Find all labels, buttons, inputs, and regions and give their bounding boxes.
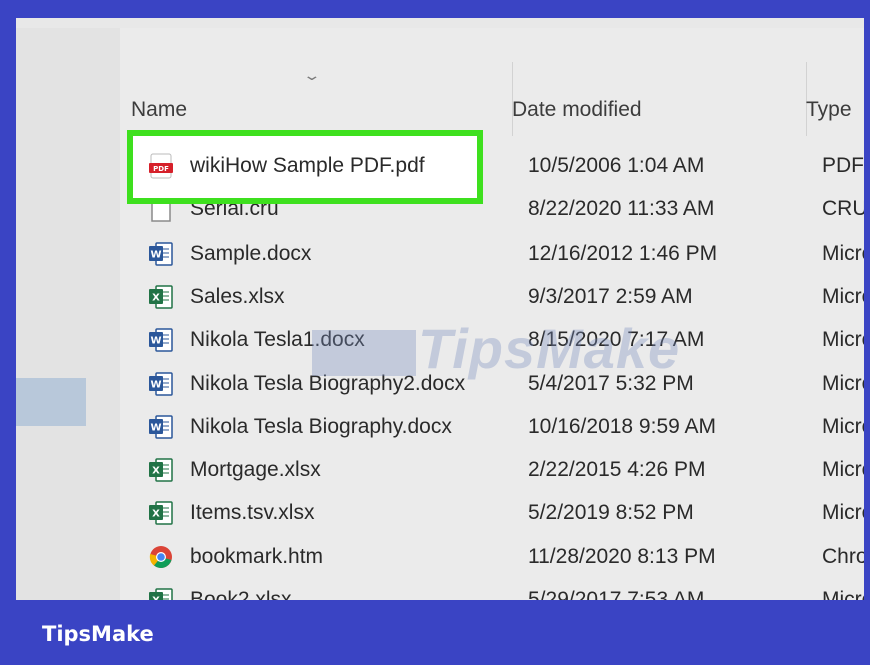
file-date-modified: 8/15/2020 7:17 AM [528,328,705,351]
chrome-icon [148,543,174,571]
file-row[interactable]: X Items.tsv.xlsx 5/2/2019 8:52 PM Micro [16,493,864,535]
file-row[interactable]: X Sales.xlsx 9/3/2017 2:59 AM Micro [16,277,864,319]
footer-brand: TipsMake [42,622,154,646]
file-type: Micro [822,242,864,265]
svg-text:X: X [152,466,160,477]
file-name[interactable]: Sample.docx [190,242,311,266]
file-name[interactable]: Book2.xlsx [190,588,292,600]
svg-text:PDF: PDF [153,165,169,173]
file-row[interactable]: X Book2.xlsx 5/29/2017 7:53 AM Micro [16,580,864,600]
file-row[interactable]: bookmark.htm 11/28/2020 8:13 PM Chron [16,537,864,579]
file-date-modified: 2/22/2015 4:26 PM [528,458,706,481]
file-name[interactable]: Nikola Tesla Biography.docx [190,415,452,439]
svg-text:W: W [150,336,161,347]
pdf-icon: PDF [148,152,174,180]
file-type: Micro [822,372,864,395]
file-name[interactable]: Nikola Tesla1.docx [190,328,365,352]
svg-text:X: X [152,293,160,304]
file-date-modified: 8/22/2020 11:33 AM [528,197,715,220]
column-header-type[interactable]: Type [806,98,852,122]
file-row[interactable]: W Nikola Tesla1.docx 8/15/2020 7:17 AM Micr… [16,320,864,362]
sort-chevron-icon[interactable]: ⌄ [302,68,321,84]
file-date-modified: 9/3/2017 2:59 AM [528,285,693,308]
file-type: Micro [822,415,864,438]
file-row[interactable]: W Nikola Tesla Biography.docx 10/16/2018 9… [16,407,864,449]
column-header-date-modified[interactable]: Date modified [512,98,642,122]
word-icon: W [148,326,174,354]
file-type: Micro [822,328,864,351]
excel-icon: X [148,283,174,311]
file-name[interactable]: bookmark.htm [190,545,323,569]
title-bar-strip [16,18,864,28]
file-date-modified: 5/2/2019 8:52 PM [528,501,694,524]
file-type: Micro [822,285,864,308]
svg-text:X: X [152,509,160,520]
file-explorer-window: ⌄ Name Date modified Type PDF wikiHow Sam… [16,18,864,600]
excel-icon: X [148,499,174,527]
file-date-modified: 10/5/2006 1:04 AM [528,154,705,177]
file-type: Micro [822,501,864,524]
file-row[interactable]: X Mortgage.xlsx 2/22/2015 4:26 PM Micro [16,450,864,492]
file-name[interactable]: Nikola Tesla Biography2.docx [190,372,465,396]
excel-icon: X [148,456,174,484]
file-row[interactable]: W Nikola Tesla Biography2.docx 5/4/2017 5:… [16,364,864,406]
file-name[interactable]: Sales.xlsx [190,285,285,309]
file-name[interactable]: wikiHow Sample PDF.pdf [190,154,425,178]
file-name[interactable]: Mortgage.xlsx [190,458,321,482]
svg-text:W: W [150,380,161,391]
svg-text:X: X [152,596,160,601]
file-date-modified: 5/4/2017 5:32 PM [528,372,694,395]
file-date-modified: 5/29/2017 7:53 AM [528,588,705,600]
file-date-modified: 12/16/2012 1:46 PM [528,242,718,265]
file-row[interactable]: W Sample.docx 12/16/2012 1:46 PM Micro [16,234,864,276]
word-icon: W [148,413,174,441]
file-type: Micro [822,588,864,600]
file-row[interactable]: PDF wikiHow Sample PDF.pdf 10/5/2006 1:04 … [16,146,864,188]
column-header-name[interactable]: Name [131,98,187,122]
word-icon: W [148,370,174,398]
file-type: PDF F [822,154,864,177]
file-type: Chron [822,545,864,568]
file-type: Micro [822,458,864,481]
file-date-modified: 10/16/2018 9:59 AM [528,415,716,438]
svg-text:W: W [150,250,161,261]
svg-text:W: W [150,423,161,434]
word-icon: W [148,240,174,268]
file-date-modified: 11/28/2020 8:13 PM [528,545,716,568]
excel-icon: X [148,586,174,600]
file-type: CRU [822,197,864,220]
file-name[interactable]: Items.tsv.xlsx [190,501,314,525]
